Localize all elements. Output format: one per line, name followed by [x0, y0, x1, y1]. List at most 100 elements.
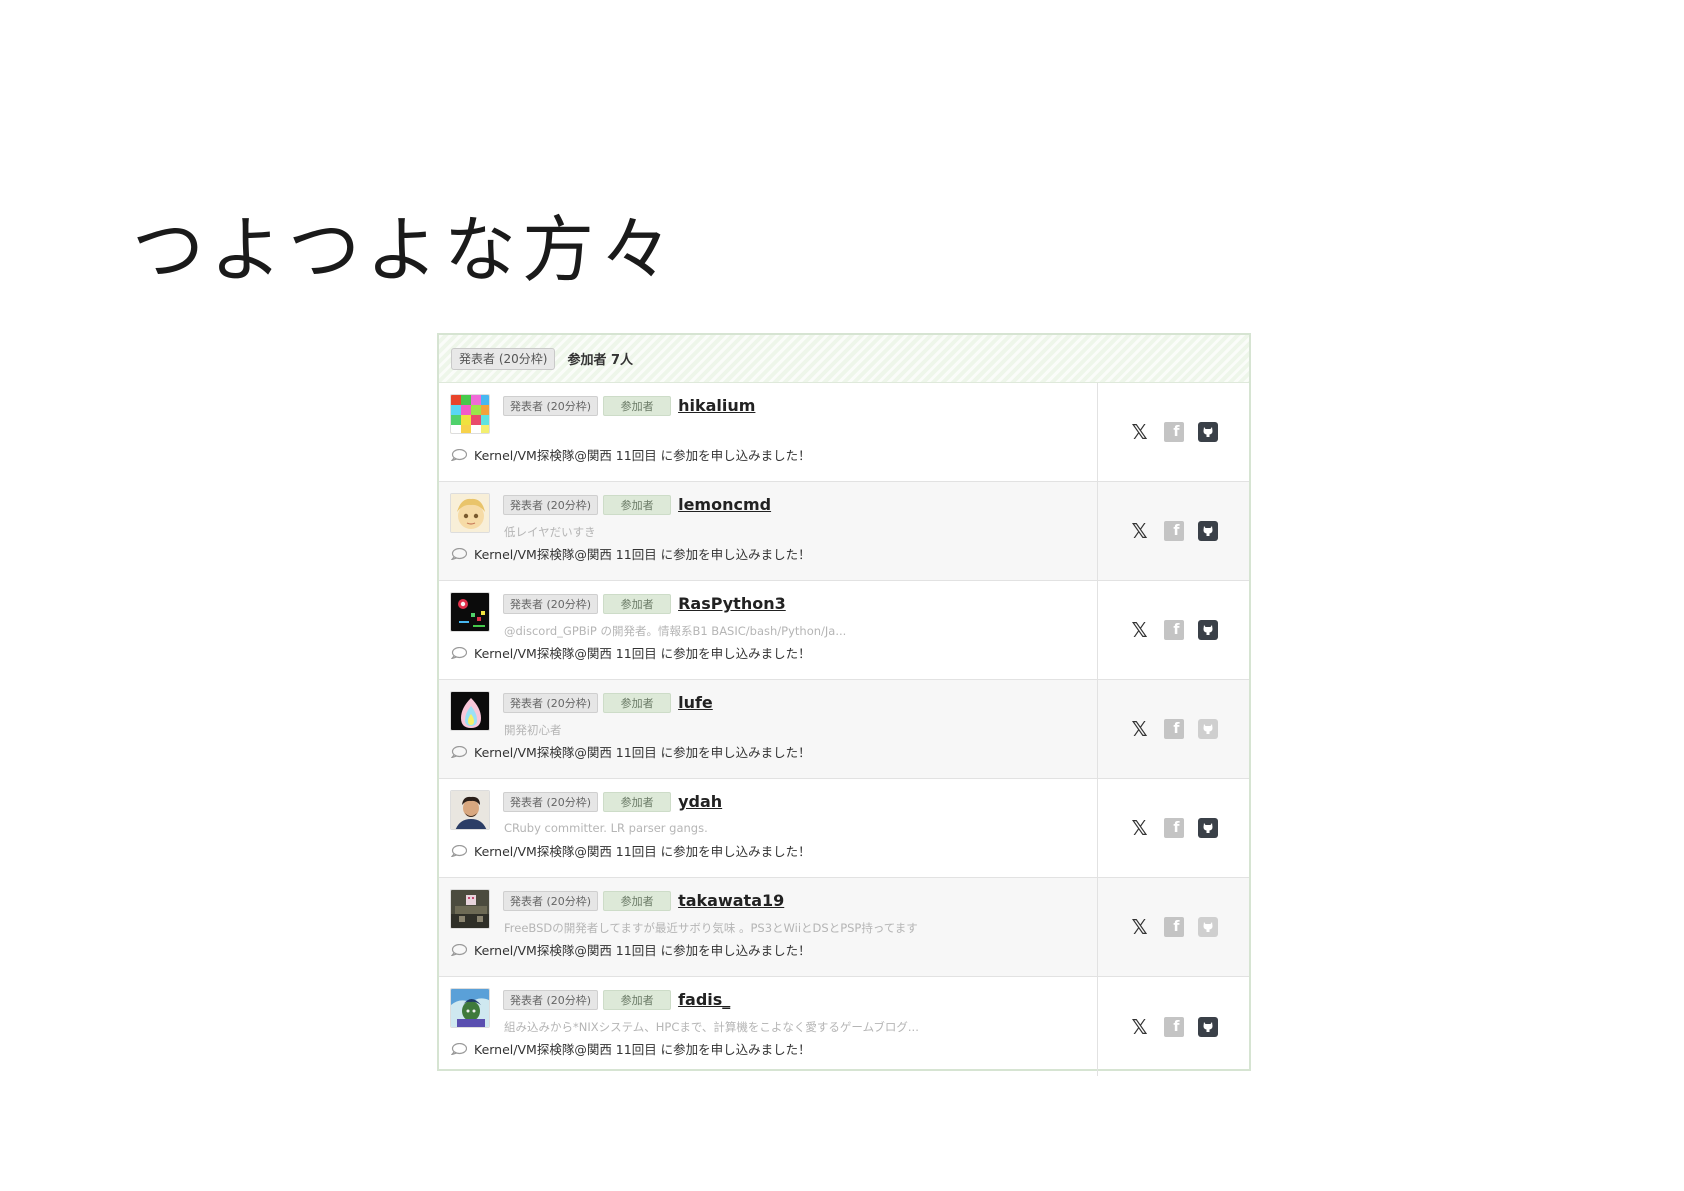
speaker-badge: 発表者 (20分枠) [503, 792, 599, 812]
github-icon[interactable] [1197, 719, 1218, 739]
header-speaker-badge[interactable]: 発表者 (20分枠) [451, 347, 556, 370]
speaker-badge: 発表者 (20分枠) [503, 891, 599, 911]
activity-text: Kernel/VM探検隊@関西 11回目 に参加を申し込みました！ [474, 1042, 811, 1057]
participant-bio: @discord_GPBiP の開発者。情報系B1 BASIC/bash/Pyt… [504, 624, 847, 638]
github-icon[interactable] [1197, 521, 1218, 541]
username-link[interactable]: hikalium [678, 398, 755, 414]
participant-bio: 低レイヤだいすき [504, 525, 596, 539]
x-logo-icon[interactable]: 𝕏 [1130, 521, 1150, 541]
facebook-icon[interactable]: f [1163, 521, 1184, 541]
activity-text: Kernel/VM探検隊@関西 11回目 に参加を申し込みました！ [474, 844, 811, 859]
attendee-badge: 参加者 [603, 396, 672, 416]
x-logo-icon[interactable]: 𝕏 [1130, 620, 1150, 640]
participant-row: 発表者 (20分枠) 参加者 RasPython3 @discord_GPBiP… [439, 581, 1249, 680]
github-icon[interactable] [1197, 917, 1218, 937]
facebook-icon[interactable]: f [1163, 917, 1184, 937]
participant-info: 発表者 (20分枠) 参加者 fadis_ 組み込みから*NIXシステム、HPC… [439, 977, 1098, 1076]
avatar[interactable] [450, 889, 490, 929]
activity-message: Kernel/VM探検隊@関西 11回目 に参加を申し込みました！ [451, 643, 811, 662]
slide: つよつよな方々 発表者 (20分枠) 参加者 7人 発表者 (20分枠) 参加者… [0, 0, 1684, 1191]
activity-text: Kernel/VM探検隊@関西 11回目 に参加を申し込みました！ [474, 448, 811, 463]
github-icon[interactable] [1197, 818, 1218, 838]
avatar[interactable] [450, 691, 490, 731]
github-icon[interactable] [1197, 422, 1218, 442]
activity-text: Kernel/VM探検隊@関西 11回目 に参加を申し込みました！ [474, 646, 811, 661]
activity-message: Kernel/VM探検隊@関西 11回目 に参加を申し込みました！ [451, 841, 811, 860]
participant-info: 発表者 (20分枠) 参加者 ydah CRuby committer. LR … [439, 779, 1098, 877]
x-logo-icon[interactable]: 𝕏 [1130, 422, 1150, 442]
participant-info: 発表者 (20分枠) 参加者 lufe 開発初心者 Kernel/VM探検隊@関… [439, 680, 1098, 778]
participant-badges: 発表者 (20分枠) 参加者 takawata19 [503, 891, 784, 911]
speaker-badge: 発表者 (20分枠) [503, 693, 599, 713]
facebook-icon[interactable]: f [1163, 620, 1184, 640]
panel-header: 発表者 (20分枠) 参加者 7人 [439, 335, 1249, 383]
avatar[interactable] [450, 394, 490, 434]
username-link[interactable]: RasPython3 [678, 596, 786, 612]
speaker-badge: 発表者 (20分枠) [503, 396, 599, 416]
participant-badges: 発表者 (20分枠) 参加者 lemoncmd [503, 495, 771, 515]
participant-list: 発表者 (20分枠) 参加者 hikalium Kernel/VM探検隊@関西 … [439, 383, 1249, 1076]
activity-message: Kernel/VM探検隊@関西 11回目 に参加を申し込みました！ [451, 940, 811, 959]
activity-message: Kernel/VM探検隊@関西 11回目 に参加を申し込みました！ [451, 445, 811, 464]
facebook-icon[interactable]: f [1163, 1016, 1184, 1037]
username-link[interactable]: ydah [678, 794, 722, 810]
participant-row: 発表者 (20分枠) 参加者 ydah CRuby committer. LR … [439, 779, 1249, 878]
username-link[interactable]: takawata19 [678, 893, 784, 909]
participant-badges: 発表者 (20分枠) 参加者 fadis_ [503, 990, 730, 1010]
participant-row: 発表者 (20分枠) 参加者 lemoncmd 低レイヤだいすき Kernel/… [439, 482, 1249, 581]
x-logo-icon[interactable]: 𝕏 [1130, 719, 1150, 739]
attendee-badge: 参加者 [603, 693, 672, 713]
slide-title: つよつよな方々 [132, 208, 679, 292]
activity-text: Kernel/VM探検隊@関西 11回目 に参加を申し込みました！ [474, 943, 811, 958]
participant-bio: 組み込みから*NIXシステム、HPCまで、計算機をこよなく愛するゲームブログ..… [504, 1020, 919, 1034]
avatar[interactable] [450, 592, 490, 632]
participant-info: 発表者 (20分枠) 参加者 hikalium Kernel/VM探検隊@関西 … [439, 383, 1098, 481]
attendee-badge: 参加者 [603, 495, 672, 515]
comment-bubble-icon [451, 943, 467, 956]
activity-message: Kernel/VM探検隊@関西 11回目 に参加を申し込みました！ [451, 544, 811, 563]
participant-badges: 発表者 (20分枠) 参加者 ydah [503, 792, 722, 812]
x-logo-icon[interactable]: 𝕏 [1130, 1017, 1150, 1037]
facebook-icon[interactable]: f [1163, 719, 1184, 739]
participant-badges: 発表者 (20分枠) 参加者 hikalium [503, 396, 755, 416]
comment-bubble-icon [451, 1042, 467, 1055]
x-logo-icon[interactable]: 𝕏 [1130, 917, 1150, 937]
x-logo-icon[interactable]: 𝕏 [1130, 818, 1150, 838]
github-icon[interactable] [1197, 1016, 1218, 1037]
avatar[interactable] [450, 988, 490, 1028]
participant-info: 発表者 (20分枠) 参加者 lemoncmd 低レイヤだいすき Kernel/… [439, 482, 1098, 580]
comment-bubble-icon [451, 844, 467, 857]
attendee-badge: 参加者 [603, 792, 672, 812]
participant-bio: CRuby committer. LR parser gangs. [504, 821, 708, 835]
comment-bubble-icon [451, 646, 467, 659]
participants-panel: 発表者 (20分枠) 参加者 7人 発表者 (20分枠) 参加者 hikaliu… [437, 333, 1251, 1076]
social-links: 𝕏 f [1098, 878, 1249, 976]
participant-bio: 開発初心者 [504, 723, 562, 737]
username-link[interactable]: lemoncmd [678, 497, 771, 513]
avatar[interactable] [450, 790, 490, 830]
activity-message: Kernel/VM探検隊@関西 11回目 に参加を申し込みました！ [451, 742, 811, 761]
speaker-badge: 発表者 (20分枠) [503, 495, 599, 515]
participant-row: 発表者 (20分枠) 参加者 hikalium Kernel/VM探検隊@関西 … [439, 383, 1249, 482]
username-link[interactable]: fadis_ [678, 992, 730, 1008]
facebook-icon[interactable]: f [1163, 818, 1184, 838]
comment-bubble-icon [451, 547, 467, 560]
comment-bubble-icon [451, 745, 467, 758]
facebook-icon[interactable]: f [1163, 422, 1184, 442]
social-links: 𝕏 f [1098, 383, 1249, 481]
username-link[interactable]: lufe [678, 695, 713, 711]
social-links: 𝕏 f [1098, 680, 1249, 778]
attendee-badge: 参加者 [603, 594, 672, 614]
participant-row: 発表者 (20分枠) 参加者 fadis_ 組み込みから*NIXシステム、HPC… [439, 977, 1249, 1076]
social-links: 𝕏 f [1098, 779, 1249, 877]
social-links: 𝕏 f [1098, 977, 1249, 1076]
avatar[interactable] [450, 493, 490, 533]
participant-row: 発表者 (20分枠) 参加者 lufe 開発初心者 Kernel/VM探検隊@関… [439, 680, 1249, 779]
speaker-badge: 発表者 (20分枠) [503, 594, 599, 614]
activity-message: Kernel/VM探検隊@関西 11回目 に参加を申し込みました！ [451, 1039, 811, 1058]
activity-text: Kernel/VM探検隊@関西 11回目 に参加を申し込みました！ [474, 745, 811, 760]
social-links: 𝕏 f [1098, 482, 1249, 580]
participant-badges: 発表者 (20分枠) 参加者 RasPython3 [503, 594, 786, 614]
activity-text: Kernel/VM探検隊@関西 11回目 に参加を申し込みました！ [474, 547, 811, 562]
github-icon[interactable] [1197, 620, 1218, 640]
